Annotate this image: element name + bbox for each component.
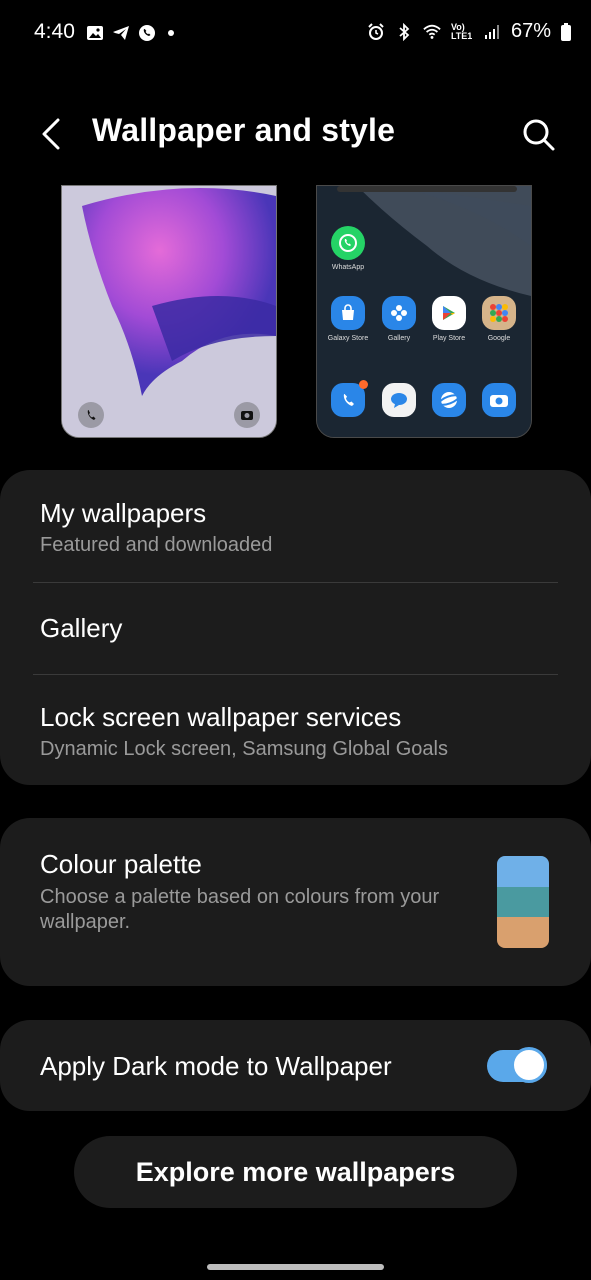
app-label: Google [487, 335, 511, 342]
dot-icon [168, 30, 174, 36]
play-store-icon [432, 296, 466, 330]
dark-mode-label: Apply Dark mode to Wallpaper [40, 1051, 392, 1081]
colour-palette-subtitle-line1: Choose a palette based on colours from y… [40, 886, 440, 908]
gallery-icon [382, 296, 416, 330]
alarm-icon [368, 22, 384, 40]
home-screen-preview[interactable]: WhatsApp Galaxy Store Gallery Play Store… [316, 185, 532, 438]
internet-icon [432, 383, 466, 417]
my-wallpapers-title: My wallpapers [40, 498, 207, 528]
colour-palette-subtitle-line2: wallpaper. [40, 911, 131, 933]
telegram-icon [113, 26, 129, 40]
lock-services-title: Lock screen wallpaper services [40, 702, 402, 732]
wifi-icon [423, 24, 441, 39]
colour-palette-swatch [497, 856, 549, 948]
dark-mode-toggle[interactable] [487, 1047, 547, 1085]
gallery-item[interactable]: Gallery [0, 583, 591, 673]
palette-swatch-teal [497, 887, 549, 917]
battery-icon [561, 22, 571, 41]
my-wallpapers-item[interactable]: My wallpapers Featured and downloaded [0, 470, 591, 582]
google-folder-icon [482, 296, 516, 330]
status-notification-icons [86, 24, 174, 42]
wallpaper-source-card: My wallpapers Featured and downloaded Ga… [0, 470, 591, 785]
explore-more-wallpapers-button[interactable]: Explore more wallpapers [74, 1136, 517, 1208]
bluetooth-icon [399, 22, 410, 41]
whatsapp-icon [331, 226, 365, 260]
app-header: Wallpaper and style [0, 96, 591, 172]
page-title: Wallpaper and style [92, 112, 396, 148]
messages-icon [382, 383, 416, 417]
status-time: 4:40 [34, 20, 75, 43]
phone-icon [331, 380, 368, 417]
battery-percent: 67% [510, 20, 551, 42]
galaxy-store-icon [331, 296, 365, 330]
lock-screen-preview[interactable] [61, 185, 277, 438]
gallery-title: Gallery [40, 613, 123, 643]
my-wallpapers-subtitle: Featured and downloaded [40, 534, 273, 556]
signal-icon [484, 24, 499, 39]
image-notification-icon [87, 26, 103, 40]
palette-swatch-orange [497, 917, 549, 948]
lock-wallpaper-art [62, 186, 276, 437]
camera-icon [482, 383, 516, 417]
back-arrow-icon[interactable] [36, 114, 70, 154]
notification-badge [359, 380, 368, 389]
search-icon[interactable] [518, 114, 558, 154]
app-label: WhatsApp [331, 264, 365, 271]
colour-palette-title: Colour palette [40, 849, 202, 879]
status-bar: 4:40 Vo) LTE1 67% [0, 0, 591, 70]
lock-screen-services-item[interactable]: Lock screen wallpaper services Dynamic L… [0, 675, 591, 785]
lock-phone-shortcut-icon [78, 402, 104, 428]
lock-services-subtitle: Dynamic Lock screen, Samsung Global Goal… [40, 738, 448, 760]
status-system-icons: Vo) LTE1 67% [367, 20, 571, 43]
navigation-gesture-handle[interactable] [207, 1264, 384, 1270]
network-type-label: Vo) LTE1 [450, 21, 473, 41]
lock-camera-shortcut-icon [234, 402, 260, 428]
whatsapp-notification-icon [139, 25, 155, 41]
palette-swatch-blue [497, 856, 549, 887]
